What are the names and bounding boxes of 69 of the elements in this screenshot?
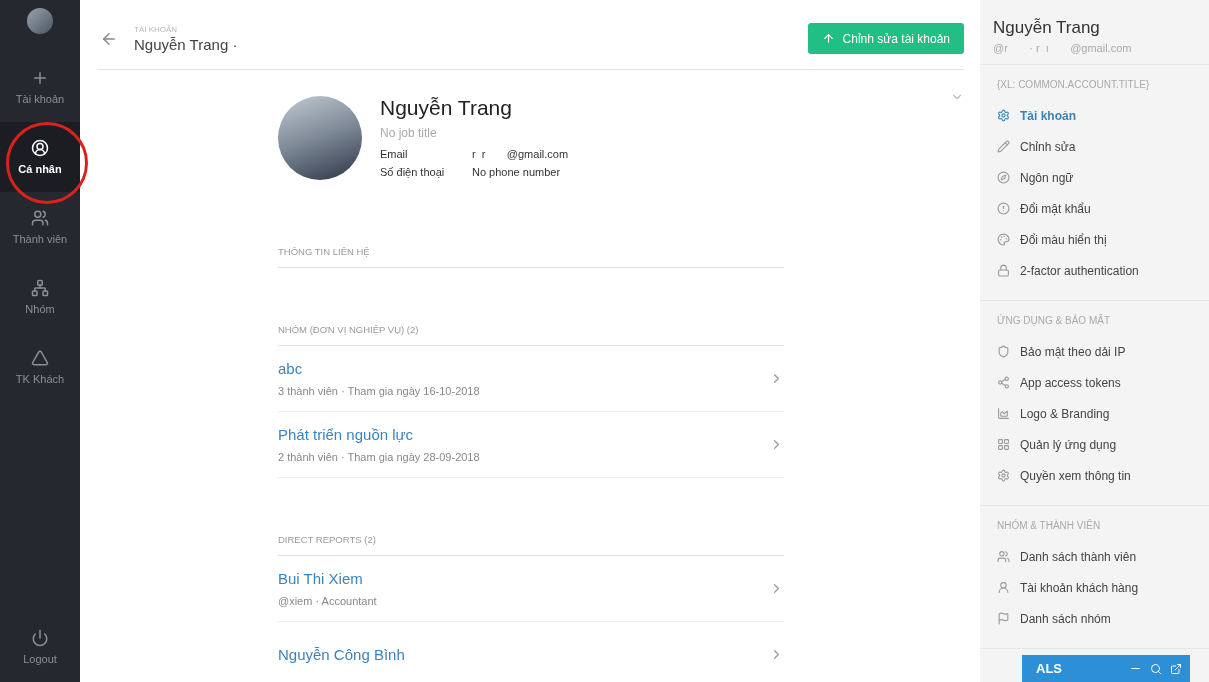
field-label: Số điện thoại (380, 166, 446, 178)
menu-item[interactable]: Đổi mật khẩu (997, 193, 1209, 224)
list-item-subtitle: 3 thành viên · Tham gia ngày 16-10-2018 (278, 385, 481, 397)
menu-item[interactable]: Logo & Branding (997, 398, 1209, 429)
menu-item[interactable]: Danh sách nhóm (997, 603, 1209, 634)
list-item-title[interactable]: Nguyễn Công Bình (278, 646, 769, 663)
job-title: No job title (380, 126, 438, 140)
list-item-title[interactable]: abc (278, 360, 769, 377)
logout-button[interactable]: Logout (0, 612, 80, 682)
page-title: Nguyễn Trang · (134, 35, 239, 53)
external-link-icon[interactable] (1170, 662, 1182, 675)
pencil-icon (997, 140, 1010, 153)
menu-item[interactable]: 2-factor authentication (997, 255, 1209, 286)
nav-item[interactable]: Tài khoản (0, 52, 80, 122)
account-email: @r · r ı @gmail.com (993, 42, 1133, 54)
compass-icon (997, 171, 1010, 184)
power-icon (31, 629, 49, 647)
profile-name: Nguyễn Trang (380, 96, 513, 120)
menu-section-title: NHÓM & THÀNH VIÊN (997, 520, 1102, 531)
alert-icon (997, 202, 1010, 215)
nav-item[interactable]: Cá nhân (0, 122, 80, 192)
users-icon (997, 550, 1010, 563)
menu-item[interactable]: Đổi màu hiển thị (997, 224, 1209, 255)
section-title: DIRECT REPORTS (2) (278, 534, 784, 556)
shield-icon (997, 345, 1010, 358)
user-icon (997, 581, 1010, 594)
share-icon (997, 376, 1010, 389)
field-value: r r @gmail.com (472, 148, 569, 160)
user-avatar[interactable] (27, 8, 53, 34)
menu-item[interactable]: Tài khoản (997, 100, 1209, 131)
chat-title: ALS (1036, 661, 1063, 676)
users-icon (31, 209, 49, 227)
list-item-title[interactable]: Phát triển nguồn lực (278, 426, 769, 443)
nav-item[interactable]: Thành viên (0, 192, 80, 262)
hierarchy-icon (31, 279, 49, 297)
nav-item[interactable]: TK Khách (0, 332, 80, 402)
list-item-subtitle: @xiem · Accountant (278, 595, 378, 607)
menu-item[interactable]: App access tokens (997, 367, 1209, 398)
search-icon[interactable] (1150, 662, 1162, 675)
palette-icon (997, 233, 1010, 246)
menu-item[interactable]: Quyền xem thông tin (997, 460, 1209, 491)
chart-icon (997, 407, 1010, 420)
section-title: THÔNG TIN LIÊN HỆ (278, 246, 784, 268)
account-name: Nguyễn Trang (993, 18, 1101, 38)
nav-item[interactable]: Nhóm (0, 262, 80, 332)
field-label: Email (380, 148, 409, 160)
menu-item[interactable]: Chỉnh sửa (997, 131, 1209, 162)
chat-widget[interactable]: ALS (1022, 655, 1190, 682)
flag-icon (997, 612, 1010, 625)
breadcrumb: TÀI KHOẢN (134, 24, 179, 34)
lock-icon (997, 264, 1010, 277)
menu-item[interactable]: Quản lý ứng dụng (997, 429, 1209, 460)
grid-icon (997, 438, 1010, 451)
list-item-subtitle: 2 thành viên · Tham gia ngày 28-09-2018 (278, 451, 481, 463)
menu-item[interactable]: Tài khoản khách hàng (997, 572, 1209, 603)
menu-section-title: ỨNG DỤNG & BẢO MẬT (997, 315, 1111, 326)
menu-section-title: {XL: COMMON.ACCOUNT.TITLE} (997, 79, 1151, 90)
triangle-icon (31, 349, 49, 367)
menu-item[interactable]: Ngôn ngữ (997, 162, 1209, 193)
menu-item[interactable]: Bảo mật theo dải IP (997, 336, 1209, 367)
section-title: NHÓM (ĐƠN VỊ NGHIỆP VỤ) (2) (278, 324, 784, 346)
arrow-up-icon (821, 32, 835, 45)
menu-item[interactable]: Danh sách thành viên (997, 541, 1209, 572)
list-item-title[interactable]: Bui Thi Xiem (278, 570, 769, 587)
gear-icon (997, 469, 1010, 482)
user-icon (31, 139, 49, 157)
field-value: No phone number (472, 166, 562, 178)
plus-icon (31, 69, 49, 87)
gear-icon (997, 109, 1010, 122)
